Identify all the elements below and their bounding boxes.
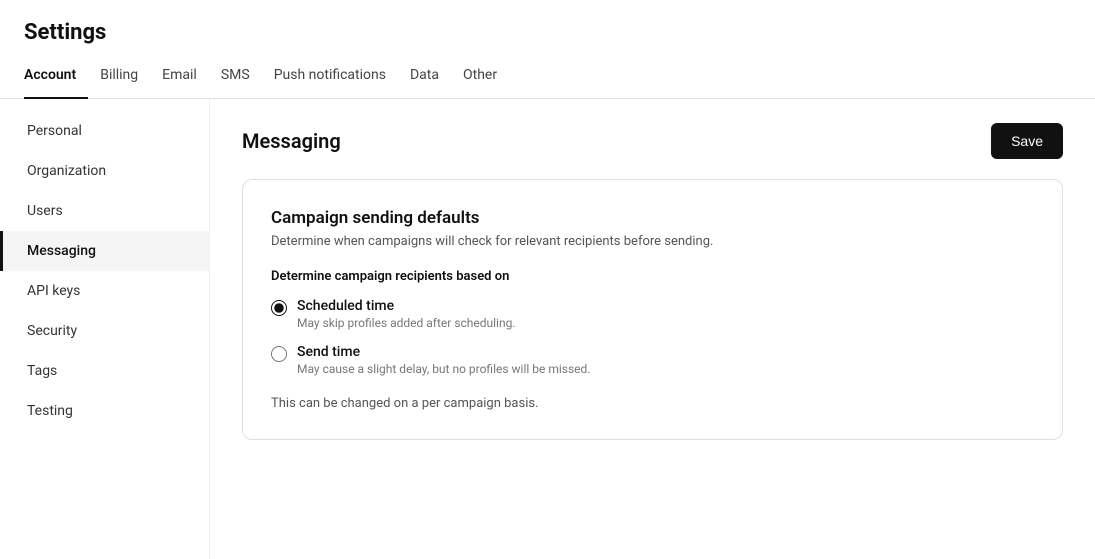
sidebar-item-users[interactable]: Users (0, 191, 209, 231)
main-panel: Messaging Save Campaign sending defaults… (210, 99, 1095, 559)
top-nav-item-data[interactable]: Data (398, 53, 451, 99)
top-nav-item-push-notifications[interactable]: Push notifications (262, 53, 398, 99)
sidebar-item-api-keys[interactable]: API keys (0, 271, 209, 311)
radio-send-time[interactable] (271, 346, 287, 362)
top-navigation: Account Billing Email SMS Push notificat… (0, 53, 1095, 99)
radio-send-time-label: Send time (297, 344, 590, 360)
sidebar-item-security[interactable]: Security (0, 311, 209, 351)
top-nav-item-email[interactable]: Email (150, 53, 209, 99)
card-title: Campaign sending defaults (271, 208, 1034, 228)
radio-group: Scheduled time May skip profiles added a… (271, 298, 1034, 376)
main-header: Messaging Save (242, 123, 1063, 159)
top-nav-item-billing[interactable]: Billing (88, 53, 150, 99)
campaign-defaults-card: Campaign sending defaults Determine when… (242, 179, 1063, 440)
sidebar-item-personal[interactable]: Personal (0, 111, 209, 151)
radio-scheduled-time[interactable] (271, 300, 287, 316)
radio-scheduled-time-sublabel: May skip profiles added after scheduling… (297, 316, 516, 330)
radio-option-send-time: Send time May cause a slight delay, but … (271, 344, 1034, 376)
radio-scheduled-time-label: Scheduled time (297, 298, 516, 314)
top-nav-item-account[interactable]: Account (24, 53, 88, 99)
section-label: Determine campaign recipients based on (271, 269, 1034, 284)
sidebar-item-tags[interactable]: Tags (0, 351, 209, 391)
top-nav-item-other[interactable]: Other (451, 53, 509, 99)
card-note: This can be changed on a per campaign ba… (271, 396, 1034, 411)
radio-option-scheduled-time: Scheduled time May skip profiles added a… (271, 298, 1034, 330)
sidebar-item-organization[interactable]: Organization (0, 151, 209, 191)
radio-send-time-sublabel: May cause a slight delay, but no profile… (297, 362, 590, 376)
save-button[interactable]: Save (991, 123, 1063, 159)
sidebar: Personal Organization Users Messaging AP… (0, 99, 210, 559)
content-area: Personal Organization Users Messaging AP… (0, 99, 1095, 559)
top-nav-item-sms[interactable]: SMS (209, 53, 262, 99)
card-description: Determine when campaigns will check for … (271, 234, 1034, 249)
page-title: Settings (0, 0, 1095, 45)
sidebar-item-messaging[interactable]: Messaging (0, 231, 209, 271)
section-title: Messaging (242, 129, 341, 153)
sidebar-item-testing[interactable]: Testing (0, 391, 209, 431)
